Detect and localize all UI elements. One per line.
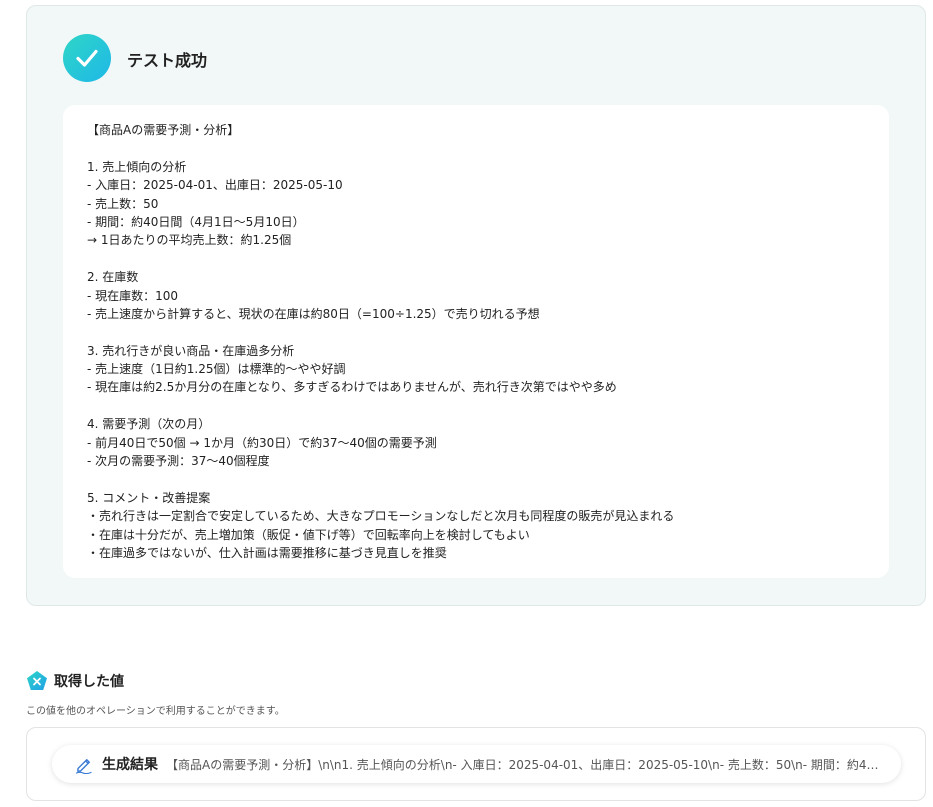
- pen-icon: [75, 759, 92, 774]
- result-line: [87, 470, 865, 488]
- retrieved-values-description: この値を他のオペレーションで利用することができます。: [26, 706, 285, 717]
- result-line: [87, 250, 865, 268]
- pentagon-x-icon: [27, 671, 47, 690]
- result-line: 5. コメント・改善提案: [87, 490, 211, 505]
- chip-value: 【商品Aの需要予測・分析】\n\n1. 売上傾向の分析\n- 入庫日：2025-…: [166, 757, 879, 772]
- result-line: 4. 需要予測（次の月）: [87, 417, 211, 432]
- result-line: - 入庫日：2025-04-01、出庫日：2025-05-10: [87, 178, 343, 193]
- result-line: 【商品Aの需要予測・分析】: [87, 123, 240, 137]
- result-line: - 次月の需要予測：37〜40個程度: [87, 454, 270, 469]
- result-line: - 期間：約40日間（4月1日〜5月10日）: [87, 214, 305, 229]
- result-line: - 現在庫は約2.5か月分の在庫となり、多すぎるわけではありませんが、売れ行き次…: [87, 380, 617, 395]
- result-line: - 売上速度から計算すると、現状の在庫は約80日（=100÷1.25）で売り切れ…: [87, 306, 540, 321]
- result-line: - 売上数：50: [87, 196, 159, 211]
- success-title: テスト成功: [127, 51, 208, 70]
- retrieved-values-panel: 生成結果 【商品Aの需要予測・分析】\n\n1. 売上傾向の分析\n- 入庫日：…: [26, 727, 926, 801]
- result-line: 1. 売上傾向の分析: [87, 159, 187, 174]
- retrieved-values-header: 取得した値: [26, 670, 124, 692]
- result-line: 3. 売れ行きが良い商品・在庫過多分析: [87, 343, 295, 358]
- result-line: - 現在庫数：100: [87, 288, 179, 303]
- value-chip-generated-result[interactable]: 生成結果 【商品Aの需要予測・分析】\n\n1. 売上傾向の分析\n- 入庫日：…: [52, 745, 901, 783]
- result-line: 2. 在庫数: [87, 270, 139, 285]
- chip-label: 生成結果: [102, 757, 158, 773]
- result-line: [87, 323, 865, 341]
- result-line: - 売上速度（1日約1.25個）は標準的〜やや好調: [87, 362, 346, 377]
- result-output-box: 【商品Aの需要予測・分析】 1. 売上傾向の分析 - 入庫日：2025-04-0…: [63, 105, 889, 578]
- result-line: - 前月40日で50個 → 1か月（約30日）で約37〜40個の需要予測: [87, 435, 437, 450]
- result-line: → 1日あたりの平均売上数：約1.25個: [87, 233, 292, 248]
- result-line: [87, 397, 865, 415]
- result-line: ・在庫は十分だが、売上増加策（販促・値下げ等）で回転率向上を検討してもよい: [87, 527, 530, 542]
- result-line: ・売れ行きは一定割合で安定しているため、大きなプロモーションなしだと次月も同程度…: [87, 509, 675, 524]
- check-icon: [63, 34, 111, 82]
- result-line: ・在庫過多ではないが、仕入計画は需要推移に基づき見直しを推奨: [87, 545, 447, 560]
- test-success-panel: テスト成功 【商品Aの需要予測・分析】 1. 売上傾向の分析 - 入庫日：202…: [26, 5, 926, 606]
- result-line: [87, 139, 865, 157]
- retrieved-values-title: 取得した値: [54, 674, 124, 690]
